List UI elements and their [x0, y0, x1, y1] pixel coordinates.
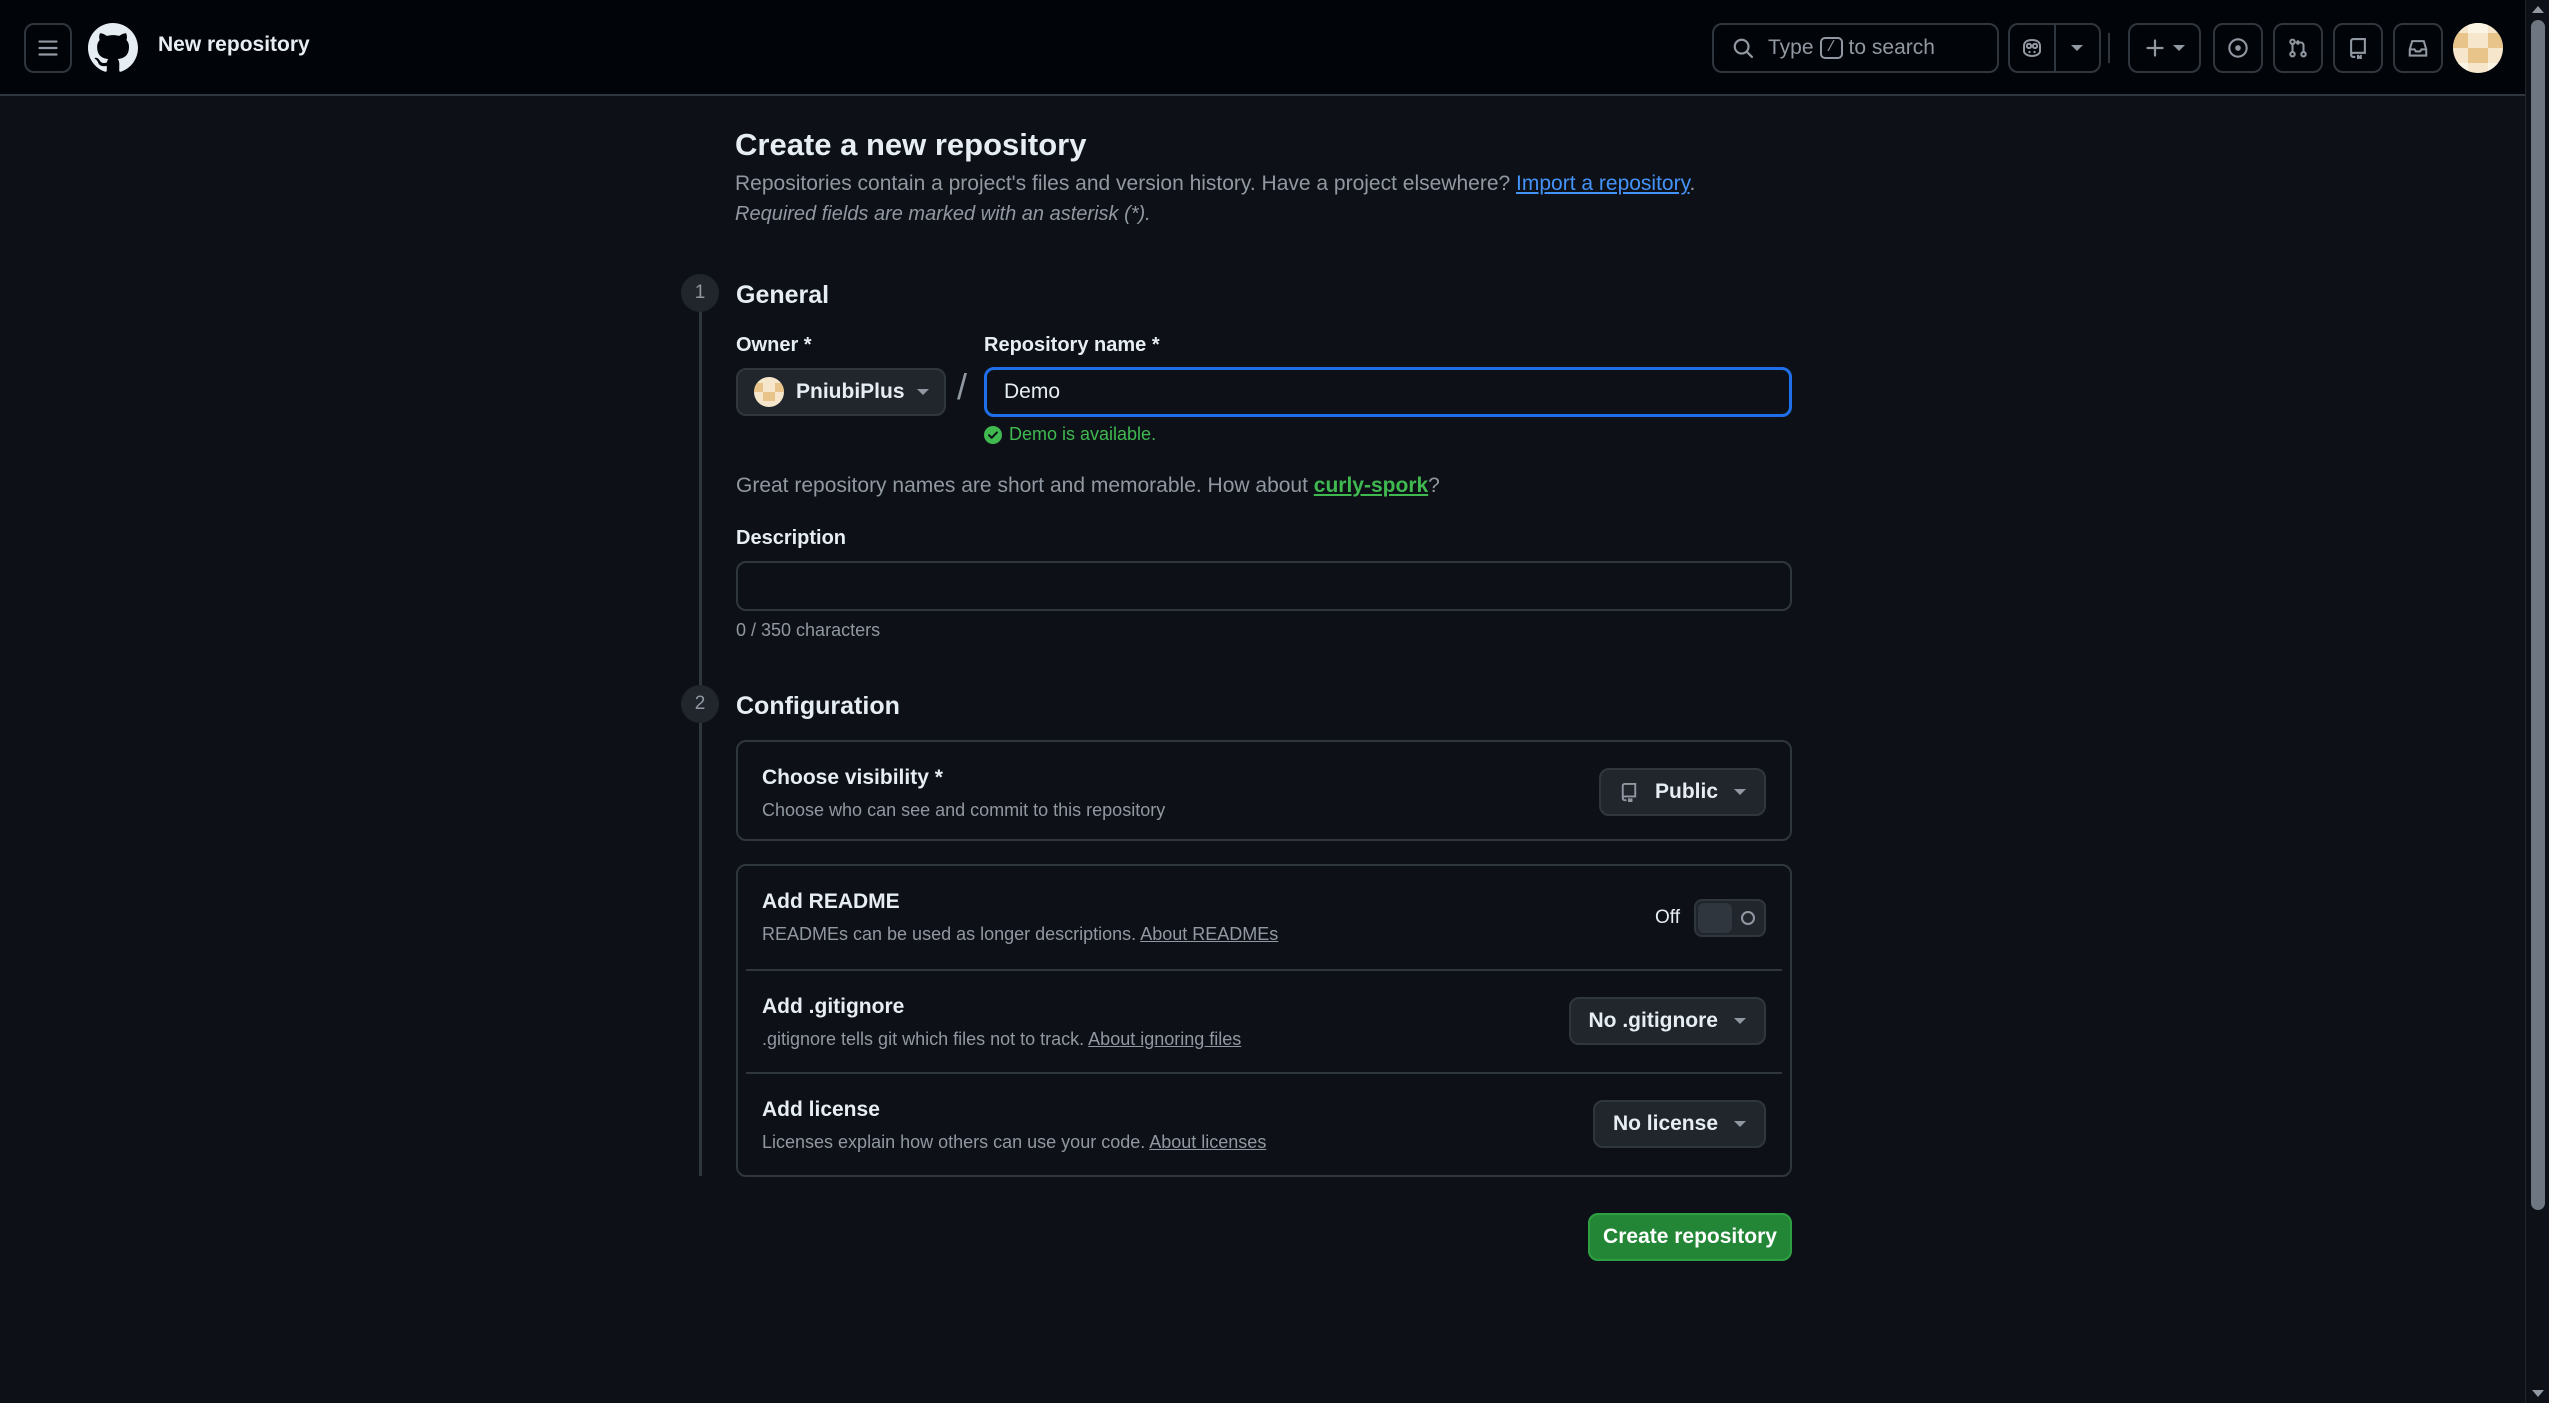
gitignore-row: Add .gitignore .gitignore tells git whic…: [746, 969, 1782, 1072]
page-scrollbar[interactable]: [2525, 0, 2549, 1403]
create-new-button[interactable]: [2128, 23, 2201, 73]
page-title: Create a new repository: [735, 127, 1087, 162]
toggle-off-icon: [1741, 911, 1755, 925]
visibility-value: Public: [1654, 780, 1718, 803]
page-context-title[interactable]: New repository: [158, 33, 310, 57]
chevron-down-icon: [916, 389, 929, 395]
license-select[interactable]: No license: [1592, 1100, 1766, 1148]
repo-icon: [2350, 38, 2366, 59]
gitignore-title: Add .gitignore: [762, 995, 905, 1018]
page-intro: Repositories contain a project's files a…: [735, 172, 1695, 196]
gitignore-description: .gitignore tells git which files not to …: [762, 1029, 1241, 1050]
description-char-count: 0 / 350 characters: [736, 620, 881, 640]
chevron-down-icon: [2071, 45, 2084, 51]
readme-row: Add README READMEs can be used as longer…: [738, 866, 1790, 969]
repository-options-card: Add README READMEs can be used as longer…: [736, 864, 1792, 1177]
copilot-menu-button[interactable]: [2053, 25, 2100, 71]
owner-value: PniubiPlus: [796, 380, 905, 403]
visibility-title: Choose visibility *: [762, 766, 943, 789]
availability-message: Demo is available.: [984, 424, 1156, 445]
gitignore-select[interactable]: No .gitignore: [1568, 997, 1766, 1045]
create-repository-button[interactable]: Create repository: [1588, 1213, 1792, 1261]
visibility-card: Choose visibility * Choose who can see a…: [736, 740, 1792, 841]
hamburger-icon: [38, 40, 58, 56]
visibility-row: Choose visibility * Choose who can see a…: [738, 742, 1790, 845]
steps-timeline: [699, 308, 702, 1176]
search-input[interactable]: Type / to search: [1712, 23, 1999, 73]
license-description-text: Licenses explain how others can use your…: [762, 1132, 1146, 1152]
description-label: Description: [736, 527, 847, 549]
plus-icon: [2145, 39, 2164, 57]
gitignore-value: No .gitignore: [1588, 1009, 1719, 1032]
user-avatar[interactable]: [2453, 23, 2503, 73]
readme-toggle-state: Off: [1655, 907, 1680, 928]
chevron-down-icon: [2172, 45, 2185, 51]
git-pull-request-icon: [2289, 38, 2307, 58]
name-suggestion: Great repository names are short and mem…: [736, 474, 1440, 498]
owner-select[interactable]: PniubiPlus: [736, 368, 946, 416]
intro-text: Repositories contain a project's files a…: [735, 172, 1511, 195]
readme-title: Add README: [762, 890, 900, 913]
about-ignoring-files-link[interactable]: About ignoring files: [1088, 1029, 1241, 1049]
license-row: Add license Licenses explain how others …: [746, 1072, 1782, 1175]
search-shortcut-key: /: [1819, 37, 1843, 59]
chevron-down-icon: [1734, 1121, 1746, 1127]
search-prefix: Type: [1768, 36, 1814, 59]
notifications-button[interactable]: [2393, 23, 2443, 73]
header-divider: [2108, 33, 2110, 63]
check-circle-fill-icon: [984, 425, 1002, 444]
gitignore-description-text: .gitignore tells git which files not to …: [762, 1029, 1085, 1049]
search-icon: [1732, 37, 1754, 59]
availability-text: Demo is available.: [1009, 424, 1157, 444]
suggestion-prefix: Great repository names are short and mem…: [736, 474, 1308, 497]
readme-description-text: READMEs can be used as longer descriptio…: [762, 924, 1137, 944]
about-readmes-link[interactable]: About READMEs: [1140, 924, 1278, 944]
issue-opened-icon: [2228, 38, 2248, 58]
section-title-configuration: Configuration: [736, 692, 900, 720]
search-suffix: to search: [1848, 36, 1935, 59]
copilot-button[interactable]: [2010, 25, 2054, 71]
step-number-2: 2: [681, 685, 719, 723]
license-title: Add license: [762, 1098, 880, 1121]
suggested-name-link[interactable]: curly-spork: [1314, 474, 1428, 497]
scroll-up-arrow-icon[interactable]: [2532, 6, 2544, 13]
owner-name-separator: /: [957, 366, 968, 407]
pull-requests-button[interactable]: [2273, 23, 2323, 73]
step-number-1: 1: [681, 274, 719, 312]
required-fields-note: Required fields are marked with an aster…: [735, 203, 1151, 225]
inbox-icon: [2408, 40, 2428, 57]
issues-button[interactable]: [2213, 23, 2263, 73]
github-logo-icon[interactable]: [88, 23, 138, 73]
toggle-knob: [1698, 903, 1732, 933]
owner-avatar: [754, 377, 784, 407]
about-licenses-link[interactable]: About licenses: [1149, 1132, 1266, 1152]
repositories-button[interactable]: [2333, 23, 2383, 73]
chevron-down-icon: [1734, 789, 1746, 795]
scrollbar-thumb[interactable]: [2531, 20, 2545, 1210]
owner-label: Owner *: [736, 334, 812, 356]
repository-name-value: Demo: [1004, 380, 1061, 403]
scroll-down-arrow-icon[interactable]: [2532, 1390, 2544, 1397]
import-repository-link[interactable]: Import a repository: [1516, 172, 1690, 195]
description-input[interactable]: [736, 561, 1792, 611]
global-header: New repository Type / to search: [0, 0, 2525, 96]
license-description: Licenses explain how others can use your…: [762, 1132, 1266, 1153]
copilot-icon: [2022, 38, 2041, 58]
open-menu-button[interactable]: [24, 23, 72, 73]
readme-description: READMEs can be used as longer descriptio…: [762, 924, 1278, 945]
section-title-general: General: [736, 281, 830, 309]
visibility-select[interactable]: Public: [1598, 768, 1766, 816]
repository-name-label: Repository name *: [984, 334, 1160, 356]
license-value: No license: [1612, 1112, 1718, 1135]
repository-name-input[interactable]: Demo: [984, 367, 1792, 417]
chevron-down-icon: [1734, 1018, 1746, 1024]
readme-toggle-wrap: Off: [1655, 899, 1766, 937]
copilot-button-group: [2008, 23, 2101, 73]
readme-toggle-switch[interactable]: [1694, 899, 1766, 937]
repo-icon: [1621, 782, 1637, 802]
suggestion-suffix: ?: [1428, 474, 1440, 497]
visibility-description: Choose who can see and commit to this re…: [762, 800, 1166, 820]
intro-end: .: [1689, 172, 1696, 195]
